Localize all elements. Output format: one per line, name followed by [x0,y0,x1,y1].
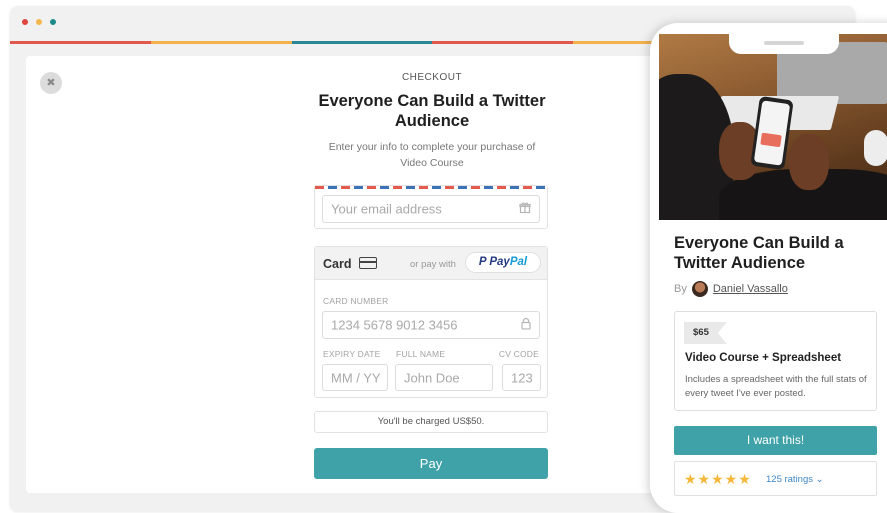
phone-notch [729,34,839,54]
author-link[interactable]: Daniel Vassallo [713,283,788,295]
close-icon[interactable]: ✖ [40,72,62,94]
cv-code-field[interactable]: 123 [502,364,541,391]
card-label: Card [323,257,352,271]
product-variant-card[interactable]: $65 Video Course + Spreadsheet Includes … [674,311,877,411]
card-payment-section: Card or pay with P PayPal CARD NUMBER 12… [314,246,548,398]
or-pay-with-label: or pay with [410,259,456,270]
expiry-date-label: EXPIRY DATE [323,349,381,359]
checkout-eyebrow: CHECKOUT [401,72,463,83]
email-placeholder: Your email address [331,201,442,217]
expiry-date-field[interactable]: MM / YY [322,364,388,391]
card-header: Card or pay with P PayPal [315,247,547,280]
price-tag: $65 [684,322,727,344]
credit-card-icon [359,257,377,269]
star-rating-icon: ★★★★★ [684,471,752,487]
full-name-field[interactable]: John Doe [395,364,493,391]
window-minimize-dot [36,19,42,25]
product-description: Includes a spreadsheet with the full sta… [685,374,867,399]
paypal-logo-pay: Pay [489,256,510,268]
card-number-placeholder: 1234 5678 9012 3456 [331,317,458,333]
ratings-box: ★★★★★ 125 ratings ⌄ [674,461,877,496]
card-number-field[interactable]: 1234 5678 9012 3456 [322,311,540,339]
avatar [691,281,708,297]
charge-note: You'll be charged US$50. [314,411,548,433]
checkout-header: CHECKOUT Everyone Can Build a Twitter Au… [314,56,550,171]
cv-code-label: CV CODE [498,349,539,359]
by-label: By [674,283,687,295]
window-maximize-dot [50,19,56,25]
card-number-label: CARD NUMBER [323,296,389,306]
product-byline: By Daniel Vassallo [674,281,788,297]
i-want-this-button[interactable]: I want this! [674,426,877,455]
lock-icon [521,317,531,333]
expiry-placeholder: MM / YY [331,370,381,385]
full-name-placeholder: John Doe [404,370,460,385]
email-field[interactable]: Your email address [322,195,540,223]
product-cover-image [659,34,887,220]
checkout-subtitle: Enter your info to complete your purchas… [328,141,536,169]
pay-button[interactable]: Pay [314,448,548,479]
product-variant-name: Video Course + Spreadsheet [685,352,842,364]
product-title: Everyone Can Build a Twitter Audience [674,234,844,272]
ratings-count-link[interactable]: 125 ratings ⌄ [766,474,824,485]
window-close-dot [22,19,28,25]
window-controls [22,19,56,25]
airmail-border [315,186,547,189]
email-section: Your email address [314,185,548,229]
paypal-logo-p: P [478,256,487,268]
paypal-button[interactable]: P PayPal [465,252,541,273]
gift-icon [519,202,531,217]
phone-mockup: Everyone Can Build a Twitter Audience By… [650,23,887,513]
paypal-logo-pal: Pal [509,256,528,268]
checkout-title: Everyone Can Build a Twitter Audience [318,92,546,130]
cv-code-placeholder: 123 [511,370,533,385]
full-name-label: FULL NAME [396,349,446,359]
